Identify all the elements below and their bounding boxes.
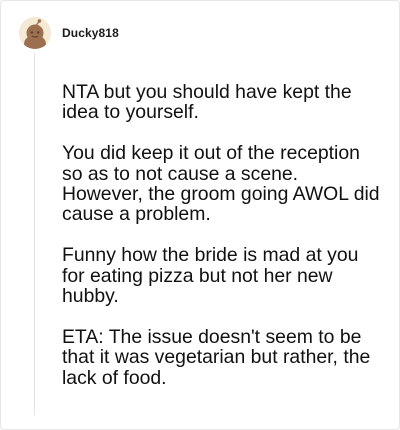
comment-body: NTA but you should have kept the idea to…	[62, 82, 380, 388]
comment-paragraph-3: Funny how the bride is mad at you for ea…	[62, 244, 359, 308]
comment-paragraph-1: NTA but you should have kept the idea to…	[62, 81, 352, 124]
thread-line[interactable]	[34, 53, 35, 415]
snoo-avatar-icon[interactable]	[19, 17, 51, 49]
comment-card: Ducky818 NTA but you should have kept th…	[0, 0, 400, 430]
username[interactable]: Ducky818	[62, 26, 119, 40]
comment-paragraph-2: You did keep it out of the reception so …	[62, 142, 380, 226]
comment-paragraph-4: ETA: The issue doesn't seem to be that i…	[62, 325, 371, 389]
